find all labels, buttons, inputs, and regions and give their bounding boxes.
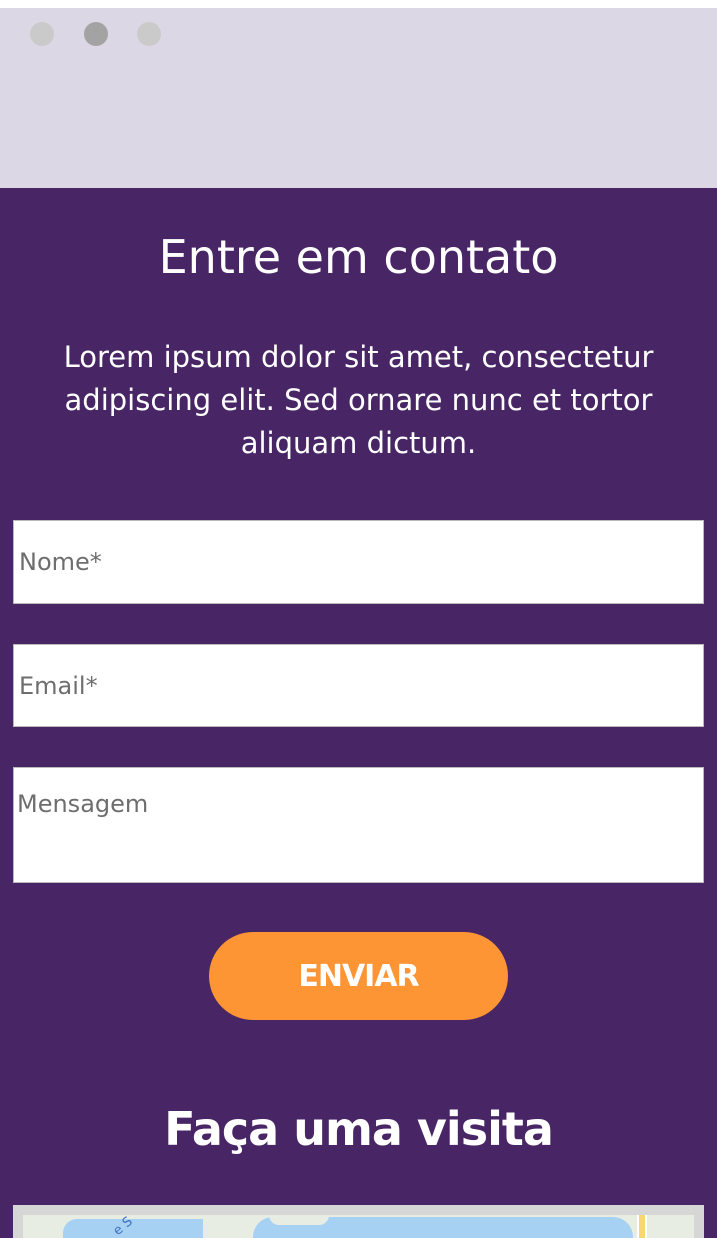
message-placeholder: Mensagem (17, 790, 149, 818)
map-embed[interactable]: e S (13, 1205, 704, 1238)
carousel-dot-2-active[interactable] (84, 22, 108, 46)
map-land (269, 1215, 329, 1225)
carousel-area (0, 8, 717, 188)
contact-description: Lorem ipsum dolor sit amet, consectetur … (63, 340, 654, 460)
contact-section: Entre em contato Lorem ipsum dolor sit a… (0, 188, 717, 1238)
name-placeholder: Nome* (19, 548, 102, 576)
carousel-dot-1[interactable] (30, 22, 54, 46)
email-input[interactable]: Email* (13, 644, 704, 727)
message-textarea[interactable]: Mensagem (13, 767, 704, 883)
email-placeholder: Email* (19, 671, 98, 700)
visit-title: Faça uma visita (164, 1102, 554, 1156)
send-button[interactable]: ENVIAR (209, 932, 508, 1020)
map-road (637, 1215, 647, 1238)
carousel-dot-3[interactable] (137, 22, 161, 46)
map-canvas[interactable]: e S (23, 1214, 694, 1238)
name-input[interactable]: Nome* (13, 520, 704, 604)
contact-title: Entre em contato (158, 230, 559, 284)
